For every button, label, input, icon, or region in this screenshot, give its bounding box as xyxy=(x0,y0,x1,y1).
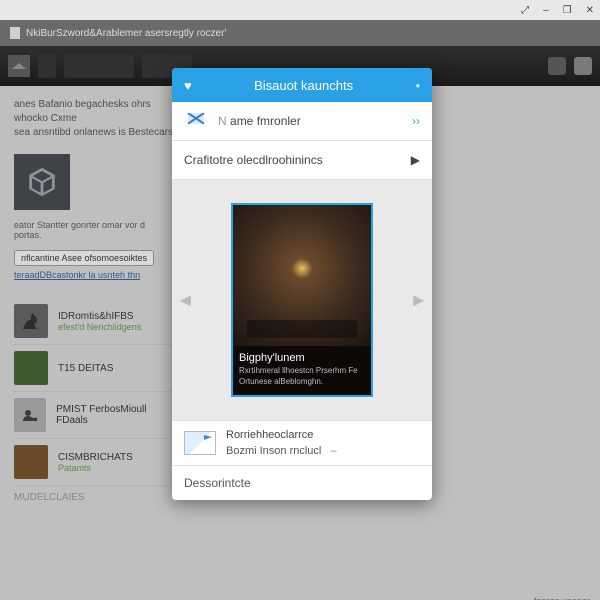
window-maximize-icon[interactable]: ❐ xyxy=(563,5,572,16)
popup-title: Bisauot kaunchts xyxy=(192,78,416,93)
list-item[interactable]: MUDELCLAIES xyxy=(14,485,174,509)
popup-row-name[interactable]: N ame fmronler ›› xyxy=(172,102,432,141)
popup-row-product[interactable]: Rorriehheoclarrce Bozmi Inson rnclucl – xyxy=(172,421,432,465)
item-title: T15 DEITAS xyxy=(58,363,113,374)
card-art xyxy=(233,205,371,346)
toolbar-segment[interactable] xyxy=(64,54,134,78)
document-icon xyxy=(10,27,20,39)
feature-tile[interactable] xyxy=(14,154,70,210)
thumb-icon xyxy=(14,304,48,338)
item-sub: efest'd Nerichlidgens xyxy=(58,322,141,332)
item-title: MUDELCLAIES xyxy=(14,492,85,503)
list-item[interactable]: CISMBRICHATSPatamts xyxy=(14,438,174,485)
card-title: Bigphy'lunem xyxy=(239,352,365,364)
card-sub: Rxrtihmeral llhoestcn Prserhm Fe Ortunes… xyxy=(239,366,365,387)
link-chip[interactable]: nflcantine Asee ofsomoesoiktes xyxy=(14,250,154,266)
toolbar-icon[interactable] xyxy=(548,57,566,75)
toolbar-icon[interactable] xyxy=(574,57,592,75)
cube-icon xyxy=(25,165,59,199)
thumb-icon xyxy=(14,351,48,385)
heart-icon[interactable]: ♥ xyxy=(184,78,192,93)
page-description: anes Bafanio begachesks ohrs whocko Cxme… xyxy=(14,98,174,140)
play-icon: ▶ xyxy=(411,153,420,167)
window-restore-icon[interactable]: ⤢ xyxy=(521,5,529,16)
item-title: CISMBRICHATS xyxy=(58,452,133,463)
address-text: NkiBurSzword&Arablemer asersregtly rocze… xyxy=(26,28,226,39)
header-dots-icon[interactable]: • xyxy=(415,78,420,93)
launcher-popup: ♥ Bisauot kaunchts • N ame fmronler ›› C… xyxy=(172,68,432,500)
product-thumb-icon xyxy=(184,431,216,455)
list-item[interactable]: PMIST FerbosMioull FDaals xyxy=(14,391,174,438)
list-item[interactable]: IDRomtis&hIFBSefest'd Nerichlidgens xyxy=(14,298,174,344)
window-minimize-icon[interactable]: – xyxy=(543,5,549,16)
flag-icon xyxy=(184,111,208,131)
window-close-icon[interactable]: ✕ xyxy=(586,5,594,16)
item-title: IDRomtis&hIFBS xyxy=(58,311,141,322)
carousel-card[interactable]: Bigphy'lunem Rxrtihmeral llhoestcn Prser… xyxy=(231,203,373,397)
carousel-prev-icon[interactable]: ◀ xyxy=(180,292,191,309)
row-label: Crafitotre olecdlroohinincs xyxy=(184,153,323,167)
toolbar-segment[interactable] xyxy=(38,54,56,78)
popup-carousel: ◀ Bigphy'lunem Rxrtihmeral llhoestcn Prs… xyxy=(172,180,432,420)
feature-subtext: eator Stantter gonrter omar vor d portas… xyxy=(14,220,174,240)
footer-text: feprge unener xyxy=(534,596,590,600)
thumb-icon xyxy=(14,398,46,432)
popup-row-craft[interactable]: Crafitotre olecdlroohinincs ▶ xyxy=(172,141,432,180)
product-line1: Rorriehheoclarrce xyxy=(226,429,337,441)
item-sub: Patamts xyxy=(58,463,133,473)
popup-header: ♥ Bisauot kaunchts • xyxy=(172,68,432,102)
app-logo[interactable] xyxy=(8,55,30,77)
carousel-next-icon[interactable]: ▶ xyxy=(413,292,424,309)
product-line2: Bozmi Inson rnclucl – xyxy=(226,441,337,457)
thumb-icon xyxy=(14,445,48,479)
popup-row-description[interactable]: Dessorintcte xyxy=(172,465,432,500)
row-label: N ame fmronler xyxy=(218,114,301,128)
address-bar[interactable]: NkiBurSzword&Arablemer asersregtly rocze… xyxy=(0,20,600,46)
item-title: PMIST FerbosMioull FDaals xyxy=(56,404,174,426)
list-item[interactable]: T15 DEITAS xyxy=(14,344,174,391)
window-titlebar: ⤢ – ❐ ✕ xyxy=(0,0,600,20)
chevron-right-icon: ›› xyxy=(412,114,420,128)
